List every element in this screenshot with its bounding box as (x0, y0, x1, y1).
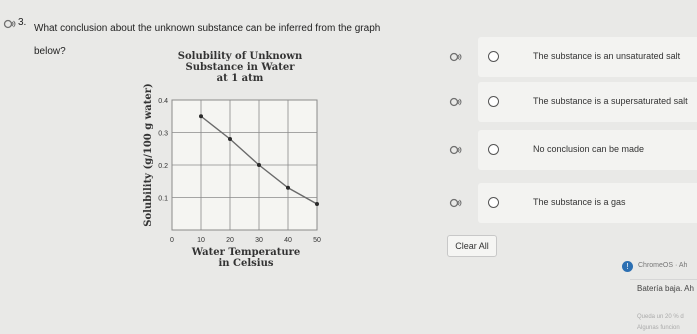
notification-title[interactable]: Batería baja. Ah (637, 284, 694, 293)
notification-line: Algunas funcion (637, 325, 680, 331)
x-tick-label: 10 (197, 237, 205, 244)
x-tick-label: 20 (226, 237, 234, 244)
radio-icon[interactable] (488, 144, 499, 155)
speaker-icon[interactable] (449, 52, 463, 62)
option-label[interactable]: No conclusion can be made (533, 144, 644, 154)
solubility-chart: 0 10 20 30 40 50 0.1 0.2 0.3 0.4 (158, 98, 321, 244)
chart-title-line: Substance in Water (185, 62, 295, 73)
info-icon: ! (622, 261, 633, 272)
answer-option[interactable]: No conclusion can be made (436, 130, 697, 170)
speaker-icon[interactable] (3, 19, 17, 29)
x-tick-label: 0 (170, 237, 174, 244)
data-point (228, 137, 232, 141)
chart-title-line: Solubility of Unknown (177, 51, 303, 62)
notification-line: Queda un 20 % d (637, 314, 684, 320)
y-tick-label: 0.4 (158, 98, 168, 105)
x-axis-label: Water Temperature in Celsius (176, 247, 316, 269)
radio-icon[interactable] (488, 51, 499, 62)
answer-option[interactable]: The substance is a supersaturated salt (436, 82, 697, 122)
speaker-icon[interactable] (449, 145, 463, 155)
y-tick-label: 0.3 (158, 131, 168, 138)
data-point (199, 114, 203, 119)
speaker-icon[interactable] (449, 198, 463, 208)
question-number: 3. (18, 17, 27, 28)
chart-title-line: at 1 atm (216, 73, 264, 84)
chart-title: Solubility of Unknown Substance in Water… (150, 51, 330, 84)
clear-all-button[interactable]: Clear All (447, 235, 497, 257)
option-label[interactable]: The substance is a supersaturated salt (533, 96, 688, 106)
answer-option[interactable]: The substance is a gas (436, 183, 697, 223)
x-axis-label-line: in Celsius (218, 258, 274, 269)
answer-option[interactable]: The substance is an unsaturated salt (436, 37, 697, 77)
y-tick-label: 0.1 (158, 196, 168, 203)
speaker-icon[interactable] (449, 97, 463, 107)
radio-icon[interactable] (488, 96, 499, 107)
notification-source: ChromeOS · Ah (638, 262, 688, 269)
data-point (286, 185, 290, 190)
divider (630, 279, 697, 280)
radio-icon[interactable] (488, 197, 499, 208)
x-tick-label: 40 (284, 237, 292, 244)
x-tick-label: 50 (313, 237, 321, 244)
y-tick-label: 0.2 (158, 163, 168, 170)
x-tick-label: 30 (255, 237, 263, 244)
data-point (315, 202, 319, 206)
option-label[interactable]: The substance is an unsaturated salt (533, 51, 680, 61)
data-point (257, 163, 261, 167)
option-label[interactable]: The substance is a gas (533, 197, 626, 207)
